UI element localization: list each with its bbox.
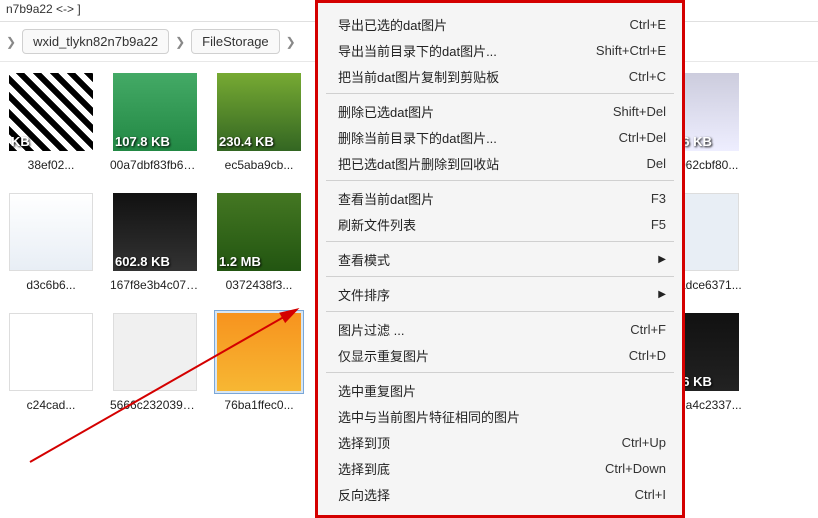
menu-item-label: 删除当前目录下的dat图片... [338,128,497,147]
file-thumb[interactable]: 602.8 KB 167f8e3b4c07223... [110,190,200,292]
file-name: ec5aba9cb... [214,158,304,172]
menu-item[interactable]: 删除当前目录下的dat图片... Ctrl+Del [318,124,682,150]
file-thumb[interactable]: d3c6b6... [6,190,96,292]
file-size: 107.8 KB [115,134,170,149]
menu-item-label: 查看当前dat图片 [338,189,434,208]
menu-item[interactable]: 选择到底 Ctrl+Down [318,455,682,481]
menu-shortcut: Ctrl+Down [605,461,666,476]
menu-item[interactable]: 选择到顶 Ctrl+Up [318,429,682,455]
menu-shortcut: Ctrl+F [630,322,666,337]
menu-item[interactable]: 查看当前dat图片 F3 [318,185,682,211]
menu-item-label: 文件排序 [338,285,390,304]
menu-item-label: 把当前dat图片复制到剪贴板 [338,67,499,86]
menu-item-label: 选中重复图片 [338,381,416,400]
menu-shortcut: Shift+Del [613,104,666,119]
file-thumb[interactable]: KB 38ef02... [6,70,96,172]
menu-item[interactable]: 图片过滤 ... Ctrl+F [318,316,682,342]
submenu-arrow-icon: ▶ [658,289,666,300]
file-name: c24cad... [6,398,96,412]
file-thumb[interactable]: 1.2 MB 0372438f3... [214,190,304,292]
file-size: 602.8 KB [115,254,170,269]
chevron-right-icon: ❯ [286,35,296,49]
menu-item-label: 刷新文件列表 [338,215,416,234]
breadcrumb-item-2[interactable]: FileStorage [191,29,279,54]
menu-shortcut: Shift+Ctrl+E [596,43,666,58]
menu-shortcut: F3 [651,191,666,206]
menu-separator [326,180,674,181]
submenu-arrow-icon: ▶ [658,254,666,265]
menu-item-label: 查看模式 [338,250,390,269]
menu-shortcut: F5 [651,217,666,232]
file-size: 1.2 MB [219,254,261,269]
menu-item[interactable]: 删除已选dat图片 Shift+Del [318,98,682,124]
menu-item-label: 导出已选的dat图片 [338,15,447,34]
menu-shortcut: Ctrl+C [629,69,666,84]
file-thumb[interactable]: 5666c23203989a... [110,310,200,412]
menu-item[interactable]: 把已选dat图片删除到回收站 Del [318,150,682,176]
menu-item[interactable]: 刷新文件列表 F5 [318,211,682,237]
menu-shortcut: Ctrl+E [630,17,666,32]
menu-item[interactable]: 查看模式 ▶ [318,246,682,272]
chevron-right-icon: ❯ [6,35,16,49]
chevron-right-icon: ❯ [175,35,185,49]
file-name: 00a7dbf83fb6515... [110,158,200,172]
menu-item[interactable]: 文件排序 ▶ [318,281,682,307]
menu-item-label: 把已选dat图片删除到回收站 [338,154,499,173]
breadcrumb-item-1[interactable]: wxid_tlykn82n7b9a22 [22,29,169,54]
menu-shortcut: Del [646,156,666,171]
menu-item-label: 删除已选dat图片 [338,102,434,121]
file-name: 0372438f3... [214,278,304,292]
menu-item[interactable]: 仅显示重复图片 Ctrl+D [318,342,682,368]
menu-item[interactable]: 反向选择 Ctrl+I [318,481,682,507]
menu-shortcut: Ctrl+I [635,487,666,502]
menu-separator [326,276,674,277]
menu-item[interactable]: 选中与当前图片特征相同的图片 [318,403,682,429]
menu-item-label: 选择到底 [338,459,390,478]
file-thumb[interactable]: 107.8 KB 00a7dbf83fb6515... [110,70,200,172]
menu-item-label: 导出当前目录下的dat图片... [338,41,497,60]
menu-item-label: 图片过滤 ... [338,320,404,339]
menu-separator [326,311,674,312]
menu-shortcut: Ctrl+Del [619,130,666,145]
menu-separator [326,93,674,94]
file-size: KB [11,134,30,149]
menu-item[interactable]: 导出已选的dat图片 Ctrl+E [318,11,682,37]
menu-separator [326,241,674,242]
file-name: d3c6b6... [6,278,96,292]
file-name: 5666c23203989a... [110,398,200,412]
file-thumb[interactable]: c24cad... [6,310,96,412]
menu-item[interactable]: 导出当前目录下的dat图片... Shift+Ctrl+E [318,37,682,63]
menu-item-label: 选择到顶 [338,433,390,452]
file-name: 167f8e3b4c07223... [110,278,200,292]
file-size: 230.4 KB [219,134,274,149]
menu-separator [326,372,674,373]
file-thumb[interactable]: 230.4 KB ec5aba9cb... [214,70,304,172]
file-name: 76ba1ffec0... [214,398,304,412]
menu-item-label: 选中与当前图片特征相同的图片 [338,407,520,426]
menu-shortcut: Ctrl+D [629,348,666,363]
file-thumb[interactable]: 76ba1ffec0... [214,310,304,412]
menu-item-label: 仅显示重复图片 [338,346,429,365]
file-name: 38ef02... [6,158,96,172]
menu-item[interactable]: 把当前dat图片复制到剪贴板 Ctrl+C [318,63,682,89]
context-menu: 导出已选的dat图片 Ctrl+E 导出当前目录下的dat图片... Shift+Ct… [315,0,685,518]
menu-shortcut: Ctrl+Up [622,435,666,450]
menu-item-label: 反向选择 [338,485,390,504]
menu-item[interactable]: 选中重复图片 [318,377,682,403]
